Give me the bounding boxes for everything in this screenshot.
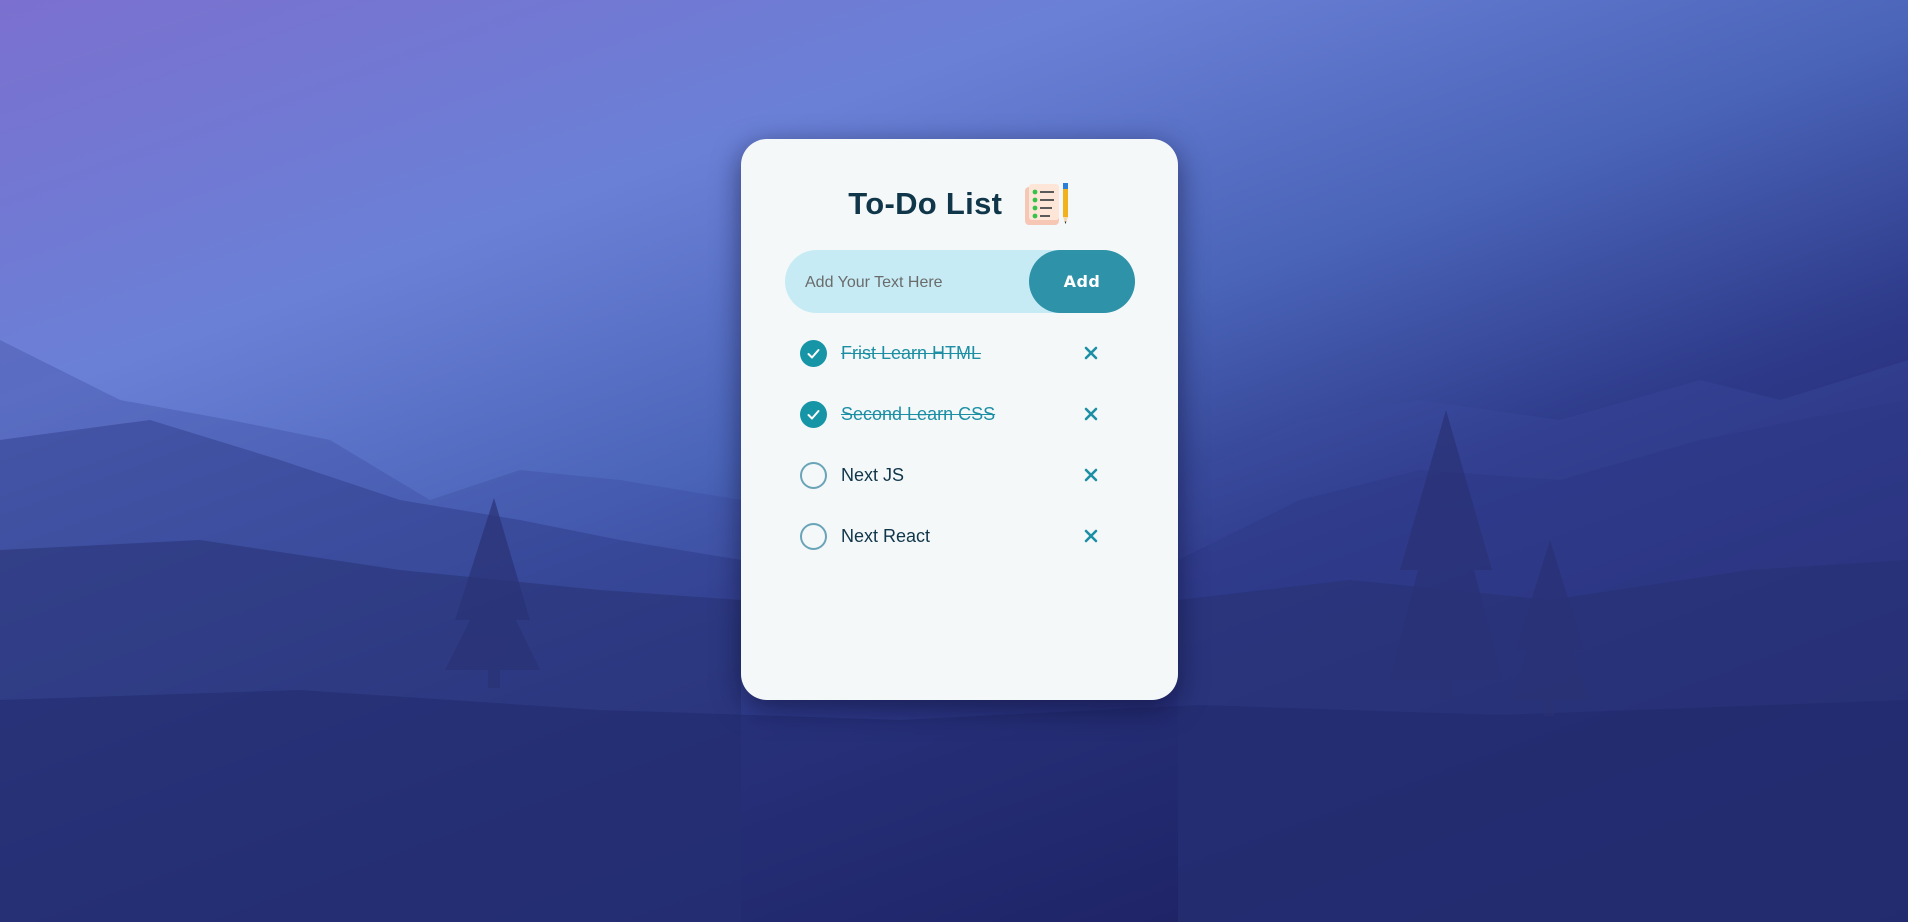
task-text[interactable]: Frist Learn HTML — [841, 343, 981, 364]
task-text[interactable]: Next React — [841, 526, 930, 547]
task-input-row: Add — [785, 250, 1135, 315]
add-button[interactable]: Add — [1029, 250, 1135, 313]
checked-circle-icon[interactable] — [800, 401, 827, 428]
notepad-pencil-icon — [1023, 181, 1071, 227]
task-text[interactable]: Next JS — [841, 465, 904, 486]
checked-circle-icon[interactable] — [800, 340, 827, 367]
page-title: To-Do List — [848, 186, 1003, 221]
unchecked-circle-icon[interactable] — [800, 462, 827, 489]
list-item[interactable]: Second Learn CSS — [800, 396, 1110, 457]
close-icon[interactable] — [1083, 345, 1099, 361]
close-icon[interactable] — [1083, 406, 1099, 422]
unchecked-circle-icon[interactable] — [800, 523, 827, 550]
title-row: To-Do List — [741, 181, 1178, 231]
close-icon[interactable] — [1083, 528, 1099, 544]
task-list: Frist Learn HTML Second Learn CSS Next J… — [800, 335, 1110, 579]
list-item[interactable]: Frist Learn HTML — [800, 335, 1110, 396]
todo-card: To-Do List Add Your Text Here Add Frist … — [741, 139, 1178, 700]
list-item[interactable]: Next JS — [800, 457, 1110, 518]
task-text[interactable]: Second Learn CSS — [841, 404, 995, 425]
task-input[interactable] — [803, 250, 1027, 315]
close-icon[interactable] — [1083, 467, 1099, 483]
list-item[interactable]: Next React — [800, 518, 1110, 579]
